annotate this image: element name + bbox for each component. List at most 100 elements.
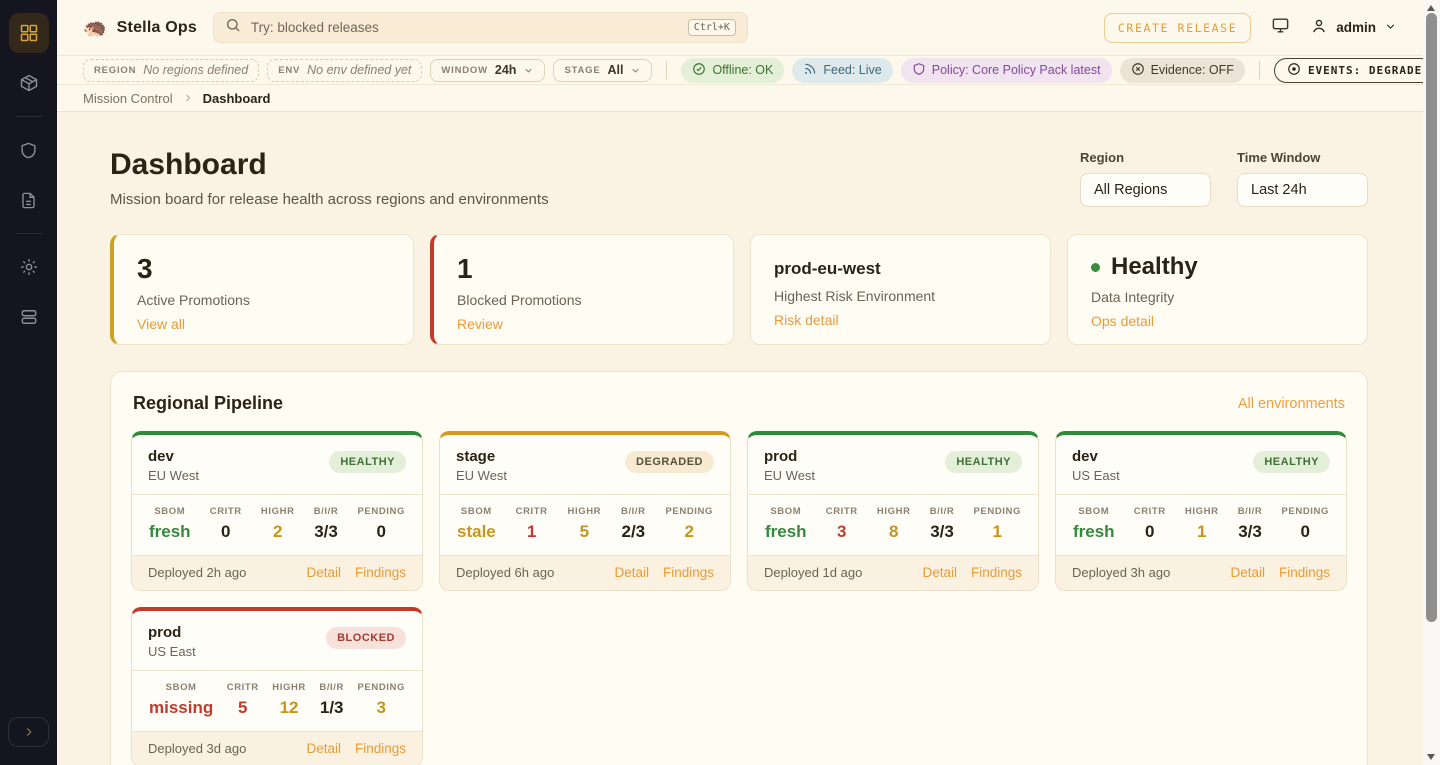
display-mode-button[interactable]	[1271, 16, 1290, 40]
findings-link[interactable]: Findings	[663, 565, 714, 580]
deployed-text: Deployed 3d ago	[148, 741, 246, 756]
env-region: EU West	[764, 468, 815, 483]
policy-status-badge: Policy: Core Policy Pack latest	[901, 58, 1112, 83]
metric-label: B/I/R	[1238, 506, 1263, 517]
all-environments-link[interactable]: All environments	[1238, 396, 1345, 412]
sidebar-collapse-button[interactable]	[8, 717, 49, 747]
stage-chip-value: All	[607, 63, 623, 77]
sidebar-item-security[interactable]	[9, 130, 49, 170]
metric-label: SBOM	[149, 506, 191, 517]
metric-label: B/I/R	[314, 506, 339, 517]
user-menu[interactable]: admin	[1310, 17, 1397, 38]
sidebar-item-dashboard[interactable]	[9, 13, 49, 53]
metric-label: CRITR	[516, 506, 548, 517]
time-window-select-label: Time Window	[1237, 150, 1368, 165]
env-name: prod	[148, 624, 196, 641]
scroll-down-arrow[interactable]	[1427, 754, 1435, 760]
metric-label: B/I/R	[930, 506, 955, 517]
deployed-text: Deployed 3h ago	[1072, 565, 1170, 580]
pipeline-card-dev-us-east: dev US East HEALTHY SBOMfresh CRITR0 HIG…	[1055, 431, 1347, 591]
sidebar-item-settings[interactable]	[9, 247, 49, 287]
detail-link[interactable]: Detail	[1230, 565, 1265, 580]
sidebar-item-infrastructure[interactable]	[9, 297, 49, 337]
shield-icon	[19, 141, 38, 160]
breadcrumb-parent[interactable]: Mission Control	[83, 91, 173, 106]
findings-link[interactable]: Findings	[1279, 565, 1330, 580]
region-select-group: Region All Regions	[1080, 150, 1211, 207]
env-name: dev	[148, 448, 199, 465]
sidebar-item-releases[interactable]	[9, 63, 49, 103]
scroll-up-arrow[interactable]	[1427, 5, 1435, 11]
metric-label: B/I/R	[621, 506, 646, 517]
page-subtitle: Mission board for release health across …	[110, 191, 549, 208]
metric-label: HIGHR	[261, 506, 295, 517]
create-release-button[interactable]: CREATE RELEASE	[1104, 13, 1251, 43]
active-promotions-count: 3	[137, 254, 390, 283]
view-all-link[interactable]: View all	[137, 316, 185, 332]
findings-link[interactable]: Findings	[355, 741, 406, 756]
page-title: Dashboard	[110, 148, 549, 182]
metric-label: PENDING	[1282, 506, 1329, 517]
time-window-select[interactable]: Last 24h	[1237, 173, 1368, 207]
sidebar-divider	[16, 233, 42, 234]
bir-value: 2/3	[621, 522, 646, 542]
bir-value: 1/3	[319, 698, 344, 718]
bir-value: 3/3	[930, 522, 955, 542]
metric-label: HIGHR	[272, 682, 306, 693]
bir-value: 3/3	[314, 522, 339, 542]
status-badge: HEALTHY	[329, 451, 406, 473]
pending-value: 0	[358, 522, 405, 542]
evidence-status-text: Evidence: OFF	[1151, 63, 1234, 77]
window-filter-chip[interactable]: WINDOW 24h	[430, 59, 545, 82]
page-content: Dashboard Mission board for release heal…	[57, 112, 1423, 765]
window-chip-label: WINDOW	[441, 65, 487, 76]
findings-link[interactable]: Findings	[971, 565, 1022, 580]
health-dot-icon	[1091, 263, 1100, 272]
blocked-promotions-count: 1	[457, 254, 710, 283]
offline-status-badge: Offline: OK	[681, 58, 784, 83]
sidebar-item-documents[interactable]	[9, 180, 49, 220]
pending-value: 0	[1282, 522, 1329, 542]
detail-link[interactable]: Detail	[306, 741, 341, 756]
keyboard-shortcut-badge: Ctrl+K	[688, 19, 736, 36]
detail-link[interactable]: Detail	[306, 565, 341, 580]
metric-label: CRITR	[210, 506, 242, 517]
events-status-badge: EVENTS: DEGRADED	[1274, 58, 1440, 83]
critr-value: 3	[826, 522, 858, 542]
risk-detail-link[interactable]: Risk detail	[774, 312, 839, 328]
env-filter-chip[interactable]: ENV No env defined yet	[267, 59, 422, 82]
scrollbar-thumb[interactable]	[1426, 13, 1437, 622]
detail-link[interactable]: Detail	[922, 565, 957, 580]
region-select[interactable]: All Regions	[1080, 173, 1211, 207]
env-name: stage	[456, 448, 507, 465]
critr-value: 1	[516, 522, 548, 542]
status-badge: HEALTHY	[1253, 451, 1330, 473]
env-name: prod	[764, 448, 815, 465]
search-input[interactable]	[251, 20, 678, 35]
review-link[interactable]: Review	[457, 316, 503, 332]
ops-detail-link[interactable]: Ops detail	[1091, 313, 1154, 329]
critr-value: 5	[227, 698, 259, 718]
sbom-value: fresh	[149, 522, 191, 542]
env-region: US East	[1072, 468, 1120, 483]
detail-link[interactable]: Detail	[614, 565, 649, 580]
breadcrumb: Mission Control Dashboard	[57, 84, 1423, 112]
stage-filter-chip[interactable]: STAGE All	[553, 59, 652, 82]
findings-link[interactable]: Findings	[355, 565, 406, 580]
env-region: US East	[148, 644, 196, 659]
sidebar-divider	[16, 116, 42, 117]
highest-risk-card: prod-eu-west Highest Risk Environment Ri…	[750, 234, 1051, 345]
vertical-scrollbar[interactable]	[1423, 0, 1440, 765]
data-integrity-label: Data Integrity	[1091, 289, 1344, 305]
feed-status-badge: Feed: Live	[792, 58, 892, 83]
global-search[interactable]: Ctrl+K	[213, 12, 748, 43]
region-filter-chip[interactable]: REGION No regions defined	[83, 59, 259, 82]
metric-label: CRITR	[1134, 506, 1166, 517]
highr-value: 1	[1185, 522, 1219, 542]
rss-icon	[803, 62, 817, 79]
metric-label: CRITR	[826, 506, 858, 517]
active-promotions-label: Active Promotions	[137, 292, 390, 308]
sbom-value: fresh	[765, 522, 807, 542]
app-title: Stella Ops	[117, 19, 197, 37]
metric-label: HIGHR	[568, 506, 602, 517]
